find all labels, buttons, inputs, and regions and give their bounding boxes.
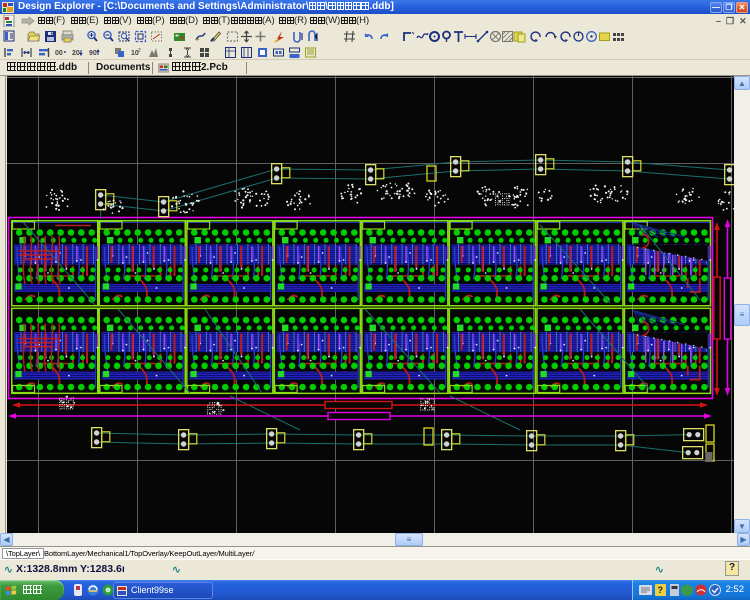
svg-text:00: 00	[55, 50, 63, 57]
svg-text:2: 2	[138, 48, 141, 54]
svg-text:?: ?	[658, 585, 664, 595]
svg-text:20: 20	[72, 50, 80, 57]
svg-text:90: 90	[89, 50, 97, 57]
